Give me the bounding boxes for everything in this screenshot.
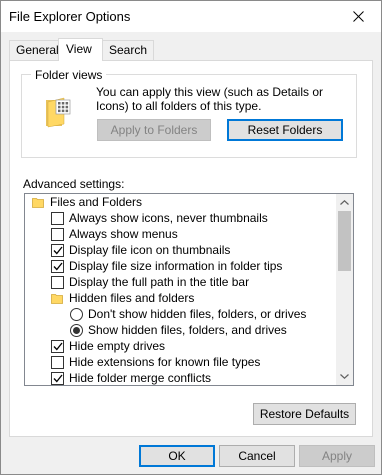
list-item-label: Don't show hidden files, folders, or dri… (88, 307, 307, 321)
list-item-show-hidden[interactable]: Show hidden files, folders, and drives (70, 322, 287, 338)
scroll-thumb[interactable] (338, 211, 351, 271)
radio-button[interactable] (70, 323, 83, 337)
checkmark-icon (53, 262, 63, 270)
chevron-up-icon (340, 200, 349, 205)
list-item-label: Hidden files and folders (69, 291, 195, 305)
list-item-label: Always show icons, never thumbnails (69, 211, 268, 225)
folder-views-icon (46, 97, 71, 128)
window-title: File Explorer Options (9, 9, 131, 24)
radio-button[interactable] (70, 307, 83, 321)
list-item-label: Hide empty drives (69, 339, 166, 353)
radio-selected-dot (73, 326, 80, 334)
close-icon (352, 11, 364, 22)
list-item-display-file-icon[interactable]: Display file icon on thumbnails (51, 242, 230, 258)
list-item-always-show-menus[interactable]: Always show menus (51, 226, 178, 242)
list-item-label: Display file icon on thumbnails (69, 243, 231, 257)
checkmark-icon (53, 246, 63, 254)
vertical-scrollbar[interactable] (336, 194, 353, 385)
list-item-label: Files and Folders (50, 195, 143, 209)
title-bar: File Explorer Options (1, 1, 381, 32)
checkbox[interactable] (51, 211, 64, 225)
cancel-button[interactable]: Cancel (219, 445, 295, 467)
chevron-down-icon (340, 374, 349, 379)
list-item-label: Show hidden files, folders, and drives (88, 323, 287, 337)
scroll-down-button[interactable] (336, 368, 353, 385)
apply-to-folders-button[interactable]: Apply to Folders (97, 119, 211, 141)
list-item-display-full-path[interactable]: Display the full path in the title bar (51, 274, 249, 290)
list-item-display-file-size[interactable]: Display file size information in folder … (51, 258, 282, 274)
list-item-hide-empty-drives[interactable]: Hide empty drives (51, 338, 165, 354)
list-item-files-and-folders: Files and Folders (32, 194, 142, 210)
folder-icon (51, 294, 63, 304)
reset-folders-button[interactable]: Reset Folders (227, 119, 343, 141)
list-item-dont-show-hidden[interactable]: Don't show hidden files, folders, or dri… (70, 306, 306, 322)
list-item-always-show-icons[interactable]: Always show icons, never thumbnails (51, 210, 268, 226)
list-item-hide-extensions[interactable]: Hide extensions for known file types (51, 354, 260, 370)
apply-button[interactable]: Apply (299, 445, 375, 467)
list-item-label: Display the full path in the title bar (69, 275, 250, 289)
checkbox[interactable] (51, 339, 64, 353)
checkbox[interactable] (51, 371, 64, 385)
tab-search[interactable]: Search (102, 40, 155, 60)
list-item-hide-merge-conflicts[interactable]: Hide folder merge conflicts (51, 370, 212, 385)
advanced-settings-list[interactable]: Files and Folders Always show icons, nev… (24, 193, 354, 386)
folder-views-label: Folder views (31, 68, 107, 82)
scroll-up-button[interactable] (336, 194, 353, 211)
folder-icon (32, 198, 44, 208)
list-item-label: Hide folder merge conflicts (69, 371, 212, 385)
checkmark-icon (53, 374, 63, 382)
checkmark-icon (53, 342, 63, 350)
list-item-label: Always show menus (69, 227, 178, 241)
checkbox[interactable] (51, 227, 64, 241)
list-item-hidden-files-and-folders: Hidden files and folders (51, 290, 194, 306)
list-item-label: Hide extensions for known file types (69, 355, 261, 369)
ok-button[interactable]: OK (139, 445, 215, 467)
tab-view[interactable]: View (58, 38, 103, 61)
folder-views-description: You can apply this view (such as Details… (96, 85, 324, 113)
close-button[interactable] (335, 1, 381, 32)
advanced-settings-label: Advanced settings: (23, 177, 125, 191)
checkbox[interactable] (51, 355, 64, 369)
checkbox[interactable] (51, 259, 64, 273)
restore-defaults-button[interactable]: Restore Defaults (253, 403, 356, 425)
checkbox[interactable] (51, 243, 64, 257)
file-explorer-options-dialog: File Explorer Options General View Searc… (0, 0, 382, 475)
checkbox[interactable] (51, 275, 64, 289)
list-item-label: Display file size information in folder … (69, 259, 283, 273)
